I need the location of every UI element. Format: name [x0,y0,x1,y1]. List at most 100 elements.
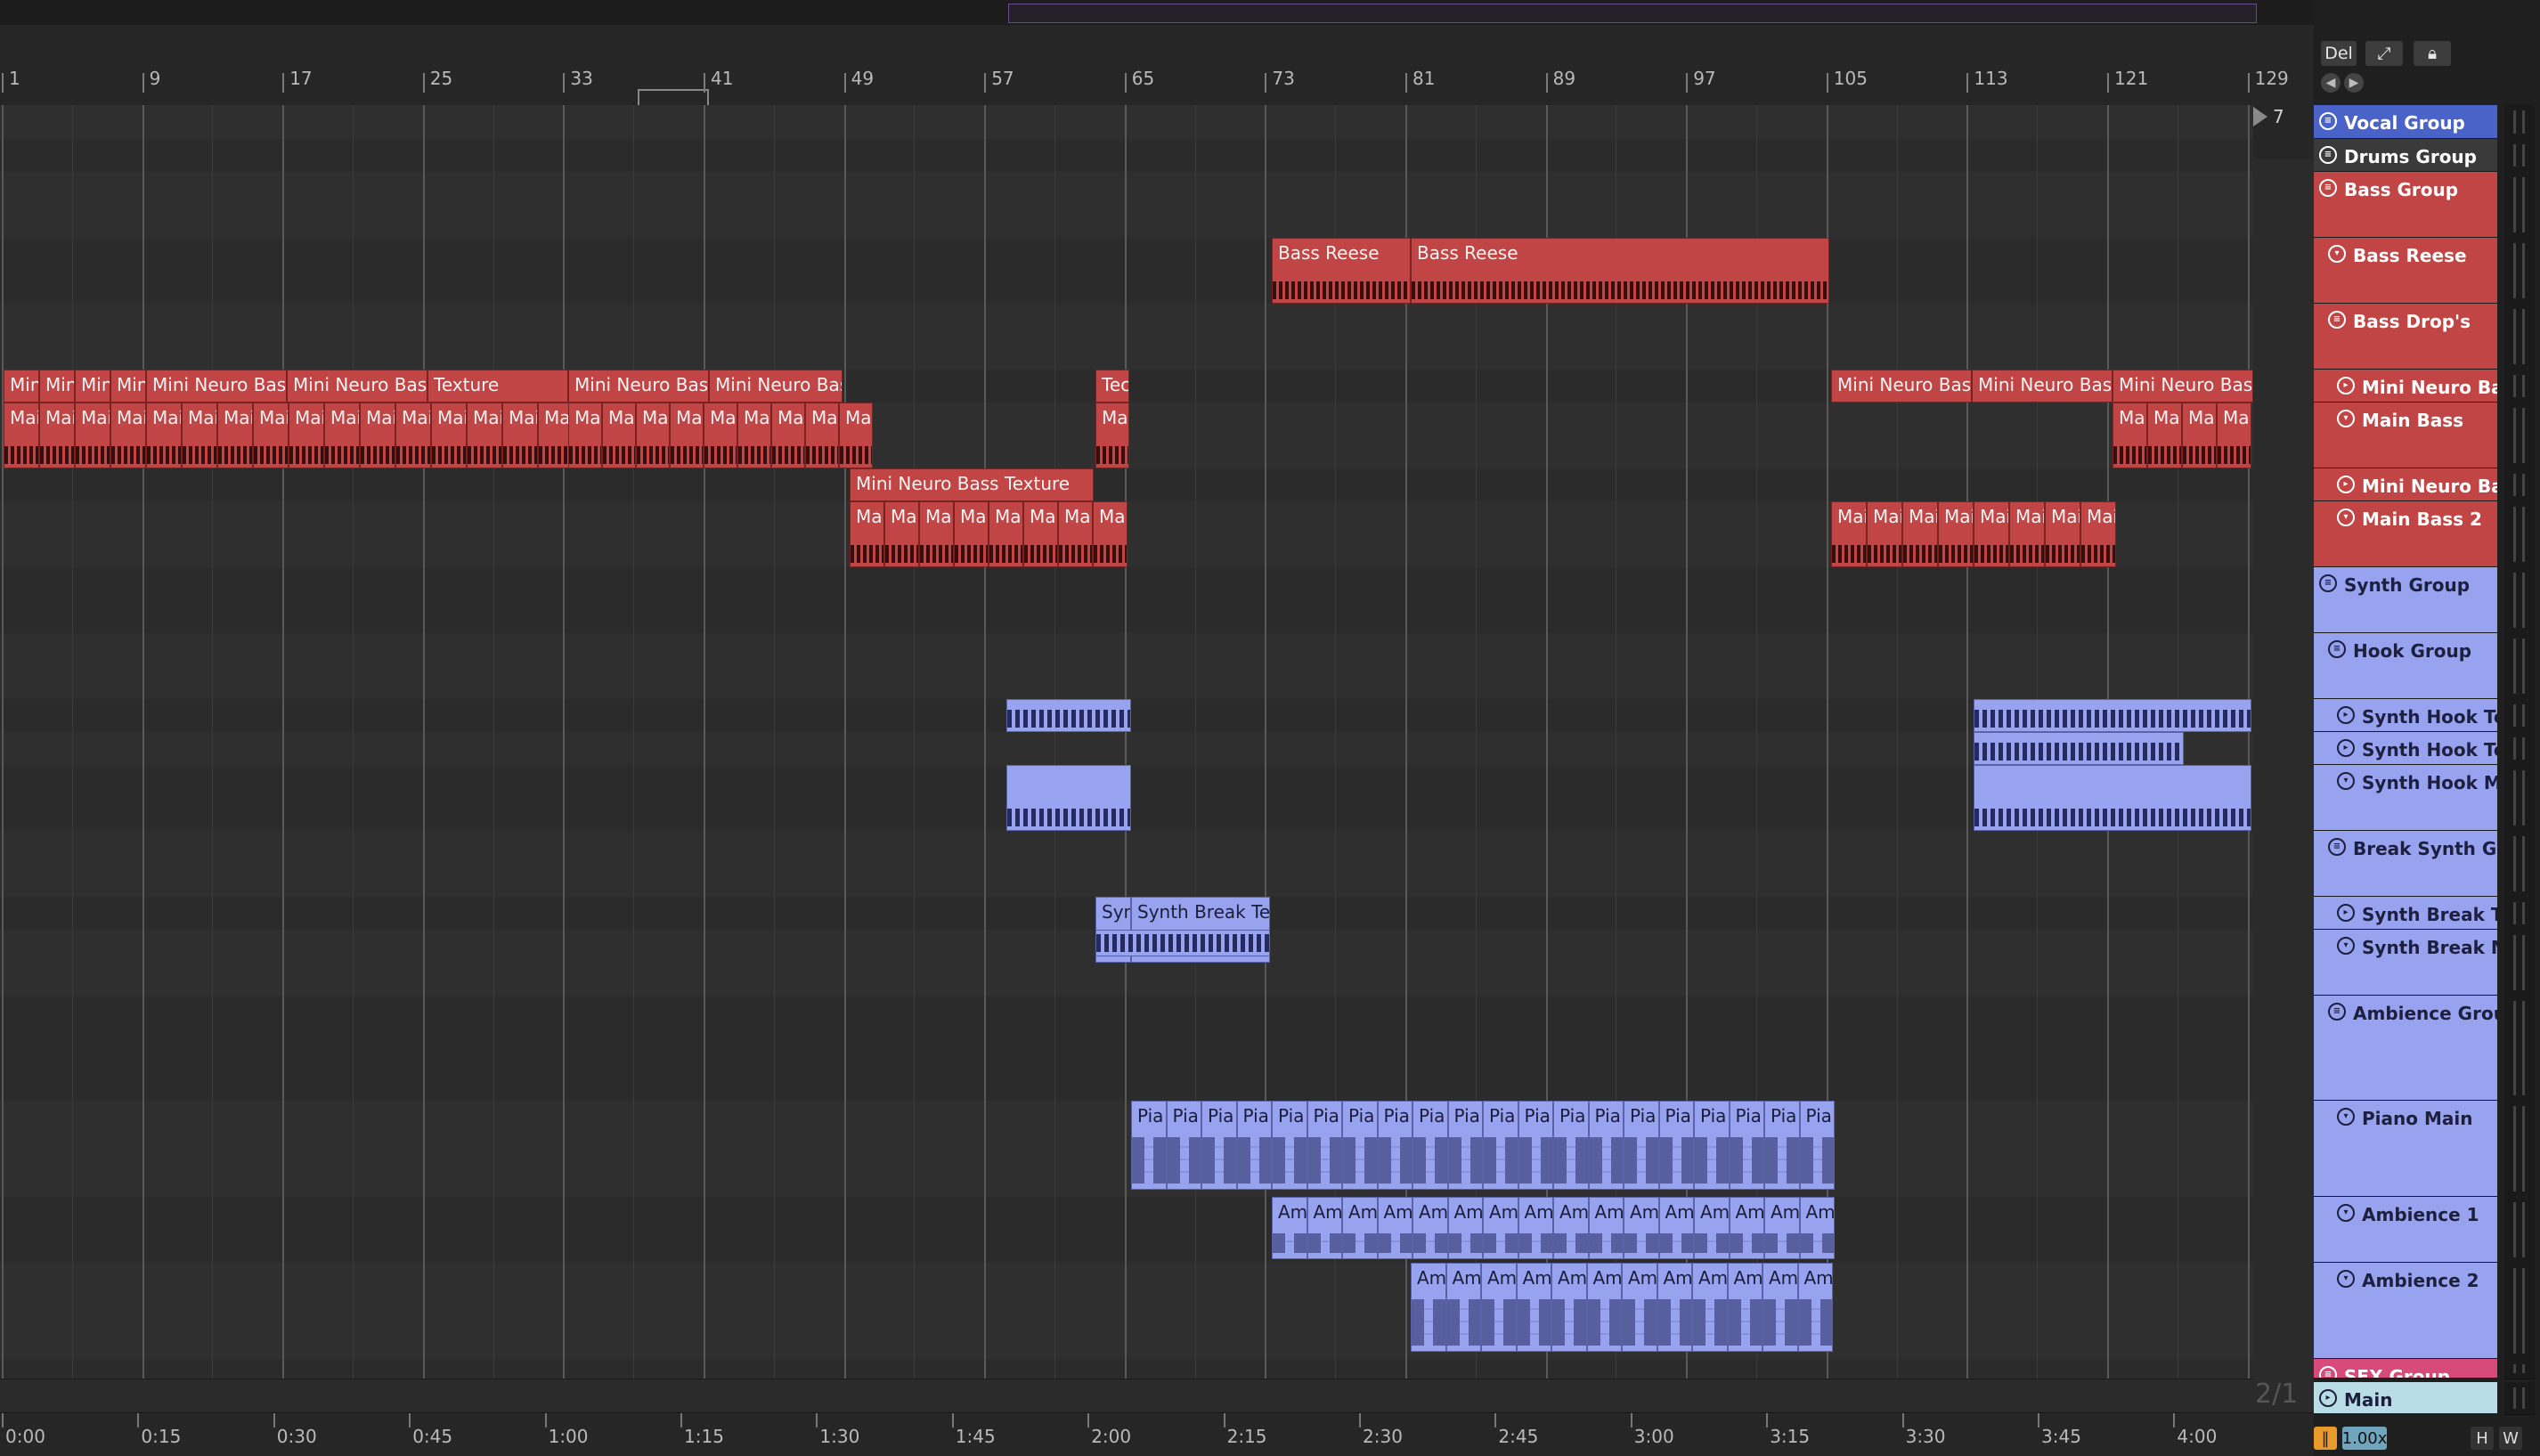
track-header[interactable]: ▸ Synth Hook Te [2314,732,2497,765]
synth-clip[interactable]: Am [1657,1263,1692,1352]
bass-clip[interactable]: Mai [568,403,602,468]
track-fold-icon[interactable]: ▾ [2337,1270,2355,1288]
synth-clip[interactable]: Am [1799,1197,1835,1259]
track-header[interactable]: ▾ Synth Break M [2314,930,2497,996]
track-lane[interactable] [0,139,2253,173]
synth-clip[interactable]: Am [1516,1263,1551,1352]
horizontal-scroll-area[interactable] [0,1379,2253,1413]
bass-clip[interactable]: Mini Neuro Bass [2113,370,2253,403]
synth-clip[interactable]: Am [1483,1197,1518,1259]
track-lane[interactable] [0,105,2253,140]
synth-clip[interactable]: Am [1586,1263,1622,1352]
synth-clip[interactable]: Am [1624,1197,1659,1259]
track-header[interactable]: ▸ Mini Neuro Bas [2314,468,2497,501]
bass-clip[interactable]: Ma [989,501,1023,567]
bass-clip[interactable]: Ma [1023,501,1058,567]
track-fold-icon[interactable]: ▾ [2337,772,2355,790]
synth-clip[interactable]: Am [1445,1263,1481,1352]
bass-clip[interactable]: Mai [1938,501,1974,567]
bass-clip[interactable]: Mini Neuro Bass [1972,370,2113,403]
synth-clip[interactable] [1006,699,1131,732]
bass-clip[interactable]: Mai [1095,403,1129,468]
bass-clip[interactable]: Ma [954,501,989,567]
synth-clip[interactable]: Am [1729,1197,1764,1259]
track-header[interactable]: ≡ Drums Group [2314,139,2497,172]
group-fold-icon[interactable]: ≡ [2319,146,2337,164]
synth-clip[interactable] [1095,930,1270,956]
synth-clip[interactable]: Am [1377,1197,1412,1259]
bass-clip[interactable]: Mai [1974,501,2009,567]
bass-clip[interactable]: Mai [431,403,467,468]
track-lane[interactable] [0,1359,2253,1379]
synth-clip[interactable] [1006,765,1131,831]
track-lane[interactable] [0,1101,2253,1198]
track-fold-icon[interactable]: ▾ [2337,1108,2355,1126]
synth-clip[interactable]: Pia [1764,1101,1800,1190]
arrangement-lanes[interactable]: Bass Reese Bass Reese Min Min Min Min Mini Neu… [0,105,2253,1379]
track-header[interactable]: ▾ Synth Hook M [2314,765,2497,831]
synth-clip[interactable]: Am [1797,1263,1833,1352]
track-lane[interactable] [0,831,2253,898]
synth-clip[interactable] [1974,732,2184,765]
track-header[interactable]: ▾ Ambience 1 [2314,1197,2497,1263]
track-lane[interactable] [0,567,2253,634]
synth-clip[interactable]: Am [1342,1197,1378,1259]
synth-clip[interactable]: Pia [1377,1101,1412,1190]
track-header[interactable]: ≡ SFX Group [2314,1359,2497,1379]
synth-clip[interactable]: Am [1518,1197,1553,1259]
track-header[interactable]: ≡ Break Synth Gr [2314,831,2497,897]
group-fold-icon[interactable]: ≡ [2328,311,2346,329]
track-header[interactable]: ▾ Main Bass [2314,403,2497,468]
bass-clip[interactable]: Mai [1902,501,1938,567]
synth-clip[interactable]: Pia [1694,1101,1730,1190]
bass-clip[interactable]: Mai [289,403,324,468]
track-header[interactable]: ▸ Main [2314,1382,2497,1414]
bass-clip[interactable]: Mai [704,403,737,468]
bass-clip[interactable]: Mini Neuro Bass [568,370,709,403]
track-fold-icon[interactable]: ▾ [2337,508,2355,526]
bass-clip[interactable]: Ma [1058,501,1093,567]
bass-clip[interactable]: Mai [146,403,182,468]
synth-clip[interactable]: Am [1622,1263,1657,1352]
track-fold-icon[interactable]: ▾ [2337,1204,2355,1222]
bass-clip[interactable]: Mai [395,403,431,468]
bass-clip[interactable]: Mai [182,403,217,468]
track-header[interactable]: ▸ Mini Neuro Bas [2314,370,2497,403]
track-header[interactable]: ▾ Bass Reese [2314,238,2497,304]
track-fold-icon[interactable]: ▸ [2337,377,2355,395]
bass-clip[interactable]: Mai [2217,403,2251,468]
synth-clip[interactable]: Pia [1447,1101,1483,1190]
synth-clip[interactable]: Am [1412,1197,1448,1259]
cpu-meter-icon[interactable]: ‖ [2314,1427,2337,1450]
delete-button[interactable]: Del [2321,41,2357,66]
track-fold-icon[interactable]: ▾ [2337,410,2355,427]
expand-icon[interactable]: ⤢ [2365,41,2403,66]
bass-clip[interactable]: Mini Neuro Bass Texture [850,468,1094,501]
track-header[interactable]: ≡ Synth Group [2314,567,2497,633]
bass-clip[interactable]: Mini Neuro Bass [146,370,287,403]
synth-clip[interactable]: Pia [1624,1101,1659,1190]
synth-clip[interactable]: Pia [1412,1101,1448,1190]
track-lane[interactable] [0,238,2253,305]
track-lane[interactable] [0,1263,2253,1360]
arrow-right-icon[interactable]: ▶ [2344,73,2364,93]
bass-clip[interactable]: Ma [919,501,954,567]
synth-clip[interactable]: Am [1727,1263,1763,1352]
bass-clip[interactable]: Mai [602,403,636,468]
bass-clip[interactable]: Mai [670,403,704,468]
bass-clip[interactable]: Mai [4,403,39,468]
synth-clip[interactable]: Pia [1236,1101,1272,1190]
synth-clip[interactable]: Pia [1518,1101,1553,1190]
synth-clip[interactable]: Am [1447,1197,1483,1259]
track-fold-icon[interactable]: ▸ [2319,1389,2337,1407]
synth-clip[interactable]: Am [1481,1263,1517,1352]
synth-clip[interactable]: Pia [1658,1101,1694,1190]
synth-clip[interactable]: Pia [1799,1101,1835,1190]
track-header[interactable]: ▸ Synth Break Te [2314,897,2497,930]
locator-triangle-icon[interactable] [2253,107,2267,126]
bass-clip[interactable]: Ma [850,501,884,567]
synth-clip[interactable]: Am [1411,1263,1446,1352]
synth-clip[interactable]: Pia [1483,1101,1518,1190]
w-button[interactable]: W [2499,1427,2522,1450]
track-fold-icon[interactable]: ▸ [2337,706,2355,724]
